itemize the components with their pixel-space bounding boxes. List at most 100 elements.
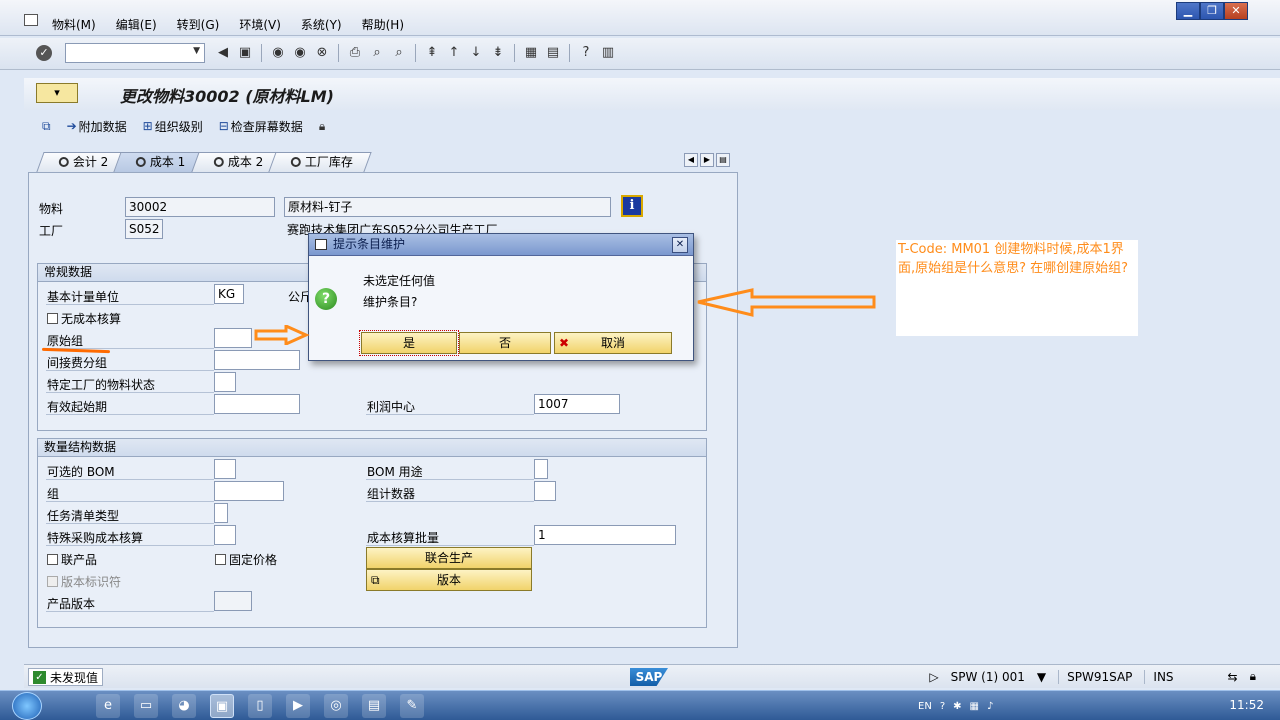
media-player-icon[interactable]: ▶ (286, 694, 310, 718)
ie-icon[interactable]: e (96, 694, 120, 718)
bom-usage-field[interactable] (534, 459, 548, 479)
group-counter-label: 组计数器 (367, 487, 416, 501)
prev-page-icon[interactable]: ↑ (445, 44, 463, 62)
tab-plant-stock[interactable]: 工厂库存 (268, 152, 373, 172)
next-page-icon[interactable]: ↓ (467, 44, 485, 62)
system-menu-icon[interactable] (24, 14, 38, 26)
org-levels-button[interactable]: ⊞ 组织级别 (139, 118, 207, 135)
fixed-price-checkbox[interactable]: 固定价格 (215, 551, 277, 568)
menu-help[interactable]: 帮助(H) (362, 16, 404, 33)
plant-status-field[interactable] (214, 372, 236, 392)
exit-icon[interactable]: ◉ (291, 44, 309, 62)
menu-environment[interactable]: 环境(V) (239, 16, 281, 33)
hierarchy-icon: ⊞ (142, 119, 153, 133)
screen-menu-icon[interactable]: ▾ (36, 83, 78, 103)
language-indicator[interactable]: EN (918, 701, 932, 712)
save-icon[interactable]: ▣ (236, 44, 254, 62)
back-icon[interactable]: ◉ (269, 44, 287, 62)
origin-group-field[interactable] (214, 328, 252, 348)
new-session-icon[interactable]: ▦ (522, 44, 540, 62)
last-page-icon[interactable]: ⇟ (489, 44, 507, 62)
cancel-icon[interactable]: ⊗ (313, 44, 331, 62)
app-icon[interactable]: ▤ (362, 694, 386, 718)
additional-data-button[interactable]: ➔ 附加数据 (63, 118, 131, 135)
material-field[interactable]: 30002 (125, 197, 275, 217)
command-field[interactable] (65, 43, 205, 63)
tab-list-icon[interactable]: ▤ (716, 153, 730, 167)
shortcut-icon[interactable]: ▤ (544, 44, 562, 62)
yes-button[interactable]: 是 (359, 330, 459, 356)
session-dropdown-icon[interactable]: ▼ (1037, 670, 1046, 684)
sap-gui-icon[interactable]: ▣ (210, 694, 234, 718)
paint-icon[interactable]: ✎ (400, 694, 424, 718)
taskbar-clock[interactable]: 11:52 (1229, 698, 1264, 712)
network-icon[interactable]: ▦ (970, 701, 979, 712)
overhead-group-field[interactable] (214, 350, 300, 370)
restore-icon[interactable]: ❐ (1200, 2, 1224, 20)
info-icon[interactable]: i (621, 195, 643, 217)
co-product-checkbox[interactable]: 联产品 (47, 551, 97, 568)
menu-system[interactable]: 系统(Y) (301, 16, 342, 33)
menu-material[interactable]: 物料(M) (52, 16, 96, 33)
minimize-icon[interactable]: ▁ (1176, 2, 1200, 20)
quantity-structure-group: 数量结构数据 可选的 BOM BOM 用途 组 组计数器 任务清单类型 特殊采购… (37, 438, 707, 628)
notepad-icon[interactable]: ▯ (248, 694, 272, 718)
other-view-icon: ⧉ (42, 118, 51, 133)
no-button[interactable]: 否 (459, 332, 551, 354)
quantity-structure-title: 数量结构数据 (38, 439, 706, 457)
cancel-button[interactable]: ✖ 取消 (554, 332, 672, 354)
help-tray-icon[interactable]: ? (940, 701, 945, 712)
explorer-icon[interactable]: ▭ (134, 694, 158, 718)
no-costing-checkbox[interactable]: 无成本核算 (47, 310, 121, 327)
tab-prev-icon[interactable]: ◀ (684, 153, 698, 167)
co-product-label: 联产品 (61, 553, 98, 567)
task-list-type-field[interactable] (214, 503, 228, 523)
menu-goto[interactable]: 转到(G) (177, 16, 220, 33)
label-underline (46, 304, 214, 305)
other-view-button[interactable]: ⧉ (38, 119, 55, 134)
volume-icon[interactable]: ♪ (987, 701, 993, 712)
tab-next-icon[interactable]: ▶ (700, 153, 714, 167)
costing-lot-size-field[interactable]: 1 (534, 525, 676, 545)
help-icon[interactable]: ? (577, 44, 595, 62)
chrome-icon[interactable]: ◎ (324, 694, 348, 718)
profit-center-field[interactable]: 1007 (534, 394, 620, 414)
plant-field[interactable]: S052 (125, 219, 163, 239)
dialog-title: 提示条目维护 (333, 237, 406, 251)
valid-from-field[interactable] (214, 394, 300, 414)
menu-edit[interactable]: 编辑(E) (116, 16, 157, 33)
joint-production-button[interactable]: 联合生产 (366, 547, 532, 569)
first-page-icon[interactable]: ⇞ (423, 44, 441, 62)
find-next-icon[interactable]: ⌕ (390, 44, 408, 62)
group-counter-field[interactable] (534, 481, 556, 501)
lock-button[interactable]: 🔒︎ (315, 119, 329, 134)
version-button[interactable]: ⧉ 版本 (366, 569, 532, 591)
group-field[interactable] (214, 481, 284, 501)
layout-icon[interactable]: ▥ (599, 44, 617, 62)
status-expand-icon[interactable]: ▷ (929, 670, 938, 684)
base-uom-field[interactable]: KG (214, 284, 244, 304)
start-button[interactable] (12, 692, 42, 720)
tab-label: 会计 2 (72, 155, 109, 169)
tabstrip: 会计 2 成本 1 成本 2 工厂库存 (36, 152, 373, 172)
back-triangle-icon[interactable]: ◀ (214, 44, 232, 62)
find-icon[interactable]: ⌕ (368, 44, 386, 62)
material-description-field[interactable]: 原材料-钉子 (284, 197, 611, 217)
enter-icon[interactable]: ✓ (36, 45, 52, 61)
tab-costing-1[interactable]: 成本 1 (113, 152, 205, 172)
qq-icon[interactable]: ◕ (172, 694, 196, 718)
version-button-label: 版本 (436, 573, 461, 587)
print-icon[interactable]: ⎙ (346, 44, 364, 62)
additional-data-label: 附加数据 (78, 119, 127, 134)
tab-label: 成本 2 (227, 155, 264, 169)
label-underline (46, 501, 214, 502)
production-version-label: 产品版本 (47, 597, 96, 611)
special-procurement-field[interactable] (214, 525, 236, 545)
session-info[interactable]: SPW (1) 001 (951, 670, 1025, 684)
label-underline (46, 414, 214, 415)
close-window-icon[interactable]: ✕ (1224, 2, 1248, 20)
alt-bom-field[interactable] (214, 459, 236, 479)
check-screen-data-button[interactable]: ⊟ 检查屏幕数据 (215, 118, 307, 135)
bluetooth-icon[interactable]: ✱ (953, 701, 961, 712)
dialog-close-icon[interactable]: ✕ (672, 237, 688, 253)
